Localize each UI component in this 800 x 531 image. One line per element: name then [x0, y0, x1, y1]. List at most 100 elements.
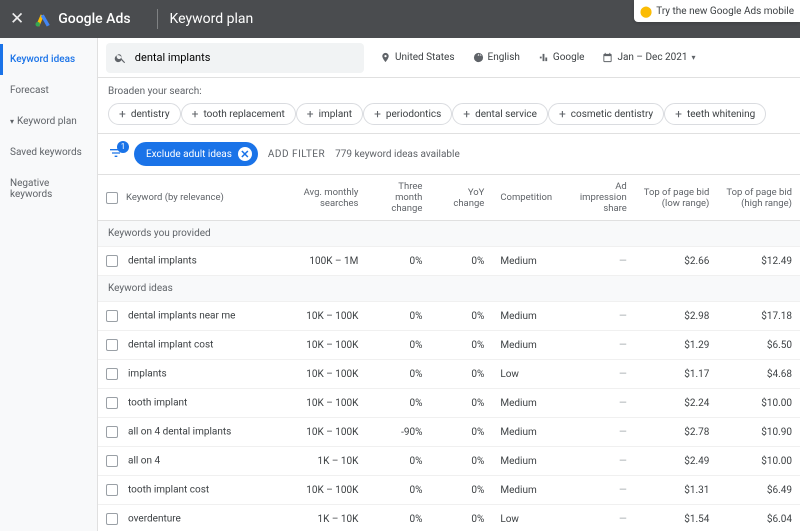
cell-low: $2.98: [635, 302, 718, 331]
cell-ams: 10K – 100K: [263, 418, 366, 447]
broaden-chip-dentistry[interactable]: +dentistry: [108, 103, 181, 125]
cell-comp: Medium: [492, 389, 560, 418]
row-checkbox[interactable]: [106, 455, 118, 467]
sidebar-item-negative-keywords[interactable]: Negative keywords: [0, 168, 97, 210]
broaden-chip-cosmetic-dentistry[interactable]: +cosmetic dentistry: [548, 103, 664, 125]
remove-filter-icon[interactable]: ✕: [238, 147, 252, 161]
lightbulb-icon: ⬤: [640, 5, 652, 18]
app-header: ✕ Google Ads Keyword plan ⬤ Try the new …: [0, 0, 800, 38]
search-input[interactable]: [135, 51, 356, 64]
cell-tmc: 0%: [366, 389, 430, 418]
search-box[interactable]: [106, 43, 364, 73]
table-row: implants10K – 100K0%0%Low—$1.17$4.68: [98, 360, 800, 389]
table-row: overdenture1K – 10K0%0%Low—$1.54$6.04: [98, 505, 800, 531]
col-ams[interactable]: Avg. monthly searches: [263, 175, 366, 221]
add-filter-button[interactable]: ADD FILTER: [268, 149, 325, 160]
exclude-adult-pill[interactable]: Exclude adult ideas ✕: [134, 142, 258, 166]
row-checkbox[interactable]: [106, 339, 118, 351]
daterange-filter[interactable]: Jan – Dec 2021 ▾: [594, 46, 703, 69]
network-icon: [538, 52, 549, 63]
cell-ais: —: [560, 418, 634, 447]
broaden-chip-implant[interactable]: +implant: [296, 103, 363, 125]
col-ais[interactable]: Ad impression share: [560, 175, 634, 221]
keyword-table: Keyword (by relevance) Avg. monthly sear…: [98, 175, 800, 531]
cell-high: $10.00: [717, 389, 800, 418]
location-filter[interactable]: United States: [372, 46, 463, 69]
col-yoy[interactable]: YoY change: [430, 175, 492, 221]
cell-kw: all on 4 dental implants: [98, 418, 263, 447]
cell-comp: Medium: [492, 447, 560, 476]
broaden-chip-tooth-replacement[interactable]: +tooth replacement: [181, 103, 296, 125]
plus-icon: +: [119, 108, 126, 120]
cell-yoy: 0%: [430, 331, 492, 360]
row-checkbox[interactable]: [106, 397, 118, 409]
col-tmc[interactable]: Three month change: [366, 175, 430, 221]
location-icon: [380, 52, 391, 63]
close-icon[interactable]: ✕: [10, 9, 24, 29]
broaden-chip-periodontics[interactable]: +periodontics: [363, 103, 452, 125]
table-row: all on 41K – 10K0%0%Medium—$2.49$10.00: [98, 447, 800, 476]
cell-high: $17.18: [717, 302, 800, 331]
row-checkbox[interactable]: [106, 513, 118, 525]
cell-ais: —: [560, 389, 634, 418]
broaden-chip-teeth-whitening[interactable]: +teeth whitening: [664, 103, 766, 125]
cell-comp: Medium: [492, 476, 560, 505]
cell-tmc: 0%: [366, 360, 430, 389]
cell-high: $6.04: [717, 505, 800, 531]
plus-icon: +: [374, 108, 381, 120]
col-high[interactable]: Top of page bid (high range): [717, 175, 800, 221]
ideas-available-text: 779 keyword ideas available: [335, 149, 460, 160]
cell-tmc: 0%: [366, 302, 430, 331]
cell-ais: —: [560, 505, 634, 531]
cell-tmc: 0%: [366, 505, 430, 531]
cell-ais: —: [560, 302, 634, 331]
col-comp[interactable]: Competition: [492, 175, 560, 221]
language-filter[interactable]: English: [465, 46, 528, 69]
cell-ams: 1K – 10K: [263, 505, 366, 531]
cell-ais: —: [560, 360, 634, 389]
sidebar-item-forecast[interactable]: Forecast: [0, 75, 97, 106]
cell-low: $2.49: [635, 447, 718, 476]
col-keyword[interactable]: Keyword (by relevance): [98, 175, 263, 221]
broaden-chip-dental-service[interactable]: +dental service: [452, 103, 548, 125]
cell-yoy: 0%: [430, 360, 492, 389]
network-filter[interactable]: Google: [530, 46, 593, 69]
sidebar-item-saved-keywords[interactable]: Saved keywords: [0, 137, 97, 168]
sidebar-item-keyword-ideas[interactable]: Keyword ideas: [0, 44, 97, 75]
select-all-checkbox[interactable]: [106, 192, 118, 204]
cell-ams: 10K – 100K: [263, 302, 366, 331]
cell-low: $2.24: [635, 389, 718, 418]
cell-tmc: 0%: [366, 476, 430, 505]
cell-high: $4.68: [717, 360, 800, 389]
row-checkbox[interactable]: [106, 484, 118, 496]
promo-banner[interactable]: ⬤ Try the new Google Ads mobile: [634, 0, 800, 22]
cell-ais: —: [560, 331, 634, 360]
row-checkbox[interactable]: [106, 255, 118, 267]
filter-funnel-icon[interactable]: 1: [108, 145, 124, 164]
brand-name: Google Ads: [58, 11, 130, 27]
table-row: tooth implant10K – 100K0%0%Medium—$2.24$…: [98, 389, 800, 418]
cell-yoy: 0%: [430, 505, 492, 531]
cell-kw: dental implants: [98, 247, 263, 276]
cell-kw: dental implants near me: [98, 302, 263, 331]
row-checkbox[interactable]: [106, 426, 118, 438]
google-ads-logo: Google Ads: [34, 10, 130, 28]
table-row: dental implant cost10K – 100K0%0%Medium—…: [98, 331, 800, 360]
cell-high: $6.50: [717, 331, 800, 360]
sidebar-item-keyword-plan[interactable]: ▾Keyword plan: [0, 106, 97, 137]
cell-low: $2.66: [635, 247, 718, 276]
cell-kw: dental implant cost: [98, 331, 263, 360]
col-low[interactable]: Top of page bid (low range): [635, 175, 718, 221]
plus-icon: +: [192, 108, 199, 120]
cell-ams: 10K – 100K: [263, 331, 366, 360]
section-header: Keywords you provided: [98, 221, 800, 247]
cell-low: $1.29: [635, 331, 718, 360]
cell-ams: 10K – 100K: [263, 389, 366, 418]
section-header: Keyword ideas: [98, 276, 800, 302]
row-checkbox[interactable]: [106, 310, 118, 322]
row-checkbox[interactable]: [106, 368, 118, 380]
broaden-label: Broaden your search:: [108, 86, 202, 97]
search-icon: [114, 51, 127, 65]
plus-icon: +: [307, 108, 314, 120]
sidebar: Keyword ideasForecast▾Keyword planSaved …: [0, 38, 98, 531]
